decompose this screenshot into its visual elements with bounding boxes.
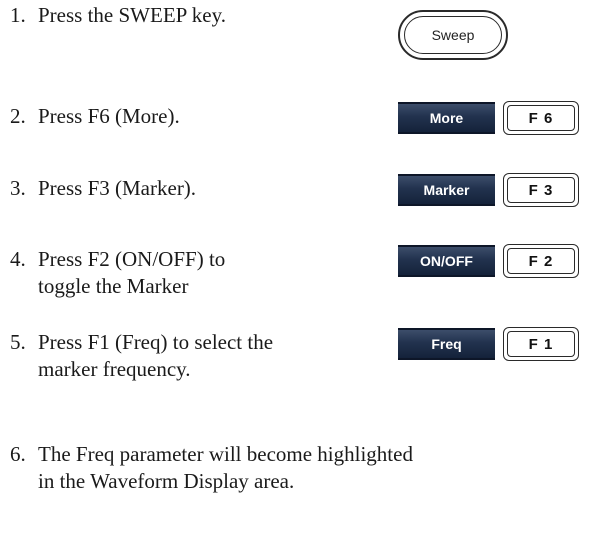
f1-key-label: F 1: [507, 331, 575, 357]
f3-key-label: F 3: [507, 177, 575, 203]
step-text-line-2: marker frequency.: [38, 357, 191, 381]
step-text: Press the SWEEP key.: [38, 3, 227, 27]
step-number: 5.: [10, 330, 26, 354]
softkey-marker[interactable]: Marker: [398, 174, 495, 206]
step-text: Press F1 (Freq) to select the: [38, 330, 274, 354]
f1-key-button[interactable]: F 1: [503, 327, 579, 361]
step-text: Press F6 (More).: [38, 104, 180, 128]
step-number: 2.: [10, 104, 26, 128]
f6-key-button[interactable]: F 6: [503, 101, 579, 135]
step-number: 6.: [10, 442, 26, 466]
f6-key-label: F 6: [507, 105, 575, 131]
f3-key-button[interactable]: F 3: [503, 173, 579, 207]
step-text-line-2: in the Waveform Display area.: [38, 469, 295, 493]
f2-key-label: F 2: [507, 248, 575, 274]
step-text: The Freq parameter will become highlight…: [38, 442, 413, 466]
step-text: Press F2 (ON/OFF) to: [38, 247, 226, 271]
softkey-freq[interactable]: Freq: [398, 328, 495, 360]
step-text: Press F3 (Marker).: [38, 176, 197, 200]
softkey-more[interactable]: More: [398, 102, 495, 134]
sweep-key-label: Sweep: [404, 16, 502, 54]
softkey-on-off[interactable]: ON/OFF: [398, 245, 495, 277]
step-number: 1.: [10, 3, 26, 27]
step-text-line-2: toggle the Marker: [38, 274, 189, 298]
sweep-key-button[interactable]: Sweep: [398, 10, 508, 60]
f2-key-button[interactable]: F 2: [503, 244, 579, 278]
step-number: 3.: [10, 176, 26, 200]
step-number: 4.: [10, 247, 26, 271]
